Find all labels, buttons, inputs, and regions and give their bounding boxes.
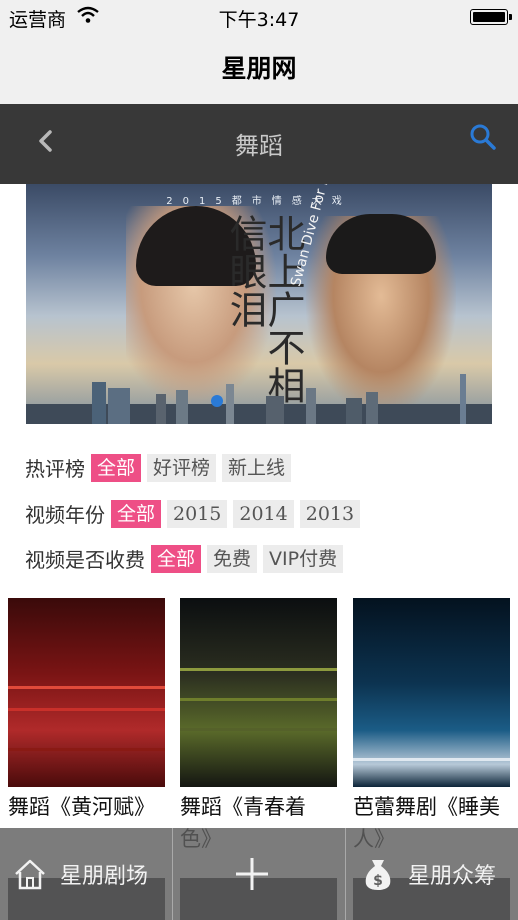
status-bar: 运营商 下午3:47 (0, 0, 518, 34)
filter-chip-year-2014[interactable]: 2014 (233, 499, 294, 528)
filter-row-year: 视频年份 全部 2015 2014 2013 (25, 499, 366, 528)
tab-divider (345, 828, 346, 920)
filter-chip-year-2013[interactable]: 2013 (299, 499, 361, 528)
banner-carousel[interactable]: 2015都市情感大戏 北上广不相信眼泪 Swan Dive For Love (26, 184, 492, 424)
banner-city-skyline (26, 374, 492, 424)
bottom-tab-bar: 星朋剧场 $ 星朋众筹 (0, 828, 518, 920)
filter-chip-fee-vip[interactable]: VIP付费 (263, 544, 344, 573)
video-card[interactable]: 舞蹈《黄河赋》 (8, 598, 165, 823)
filter-chip-year-all[interactable]: 全部 (111, 499, 162, 528)
filter-chip-ranking-new[interactable]: 新上线 (222, 453, 292, 482)
nav-title: 舞蹈 (235, 132, 283, 160)
video-thumbnail[interactable] (353, 598, 510, 787)
search-icon[interactable] (468, 122, 498, 152)
video-card[interactable]: 舞蹈《青春着色》 (180, 598, 337, 855)
video-thumbnail[interactable] (180, 598, 337, 787)
tab-crowdfunding[interactable]: $ 星朋众筹 (360, 828, 496, 920)
filter-chip-fee-all[interactable]: 全部 (151, 544, 202, 573)
video-card[interactable]: 芭蕾舞剧《睡美人》 (353, 598, 510, 855)
video-thumbnail[interactable] (8, 598, 165, 787)
tab-theater[interactable]: 星朋剧场 (12, 828, 148, 920)
banner-actor-hair (326, 214, 436, 274)
app-title: 星朋网 (0, 34, 518, 104)
filter-label-year: 视频年份 (25, 503, 105, 527)
nav-bar: 舞蹈 (0, 104, 518, 184)
filter-label-ranking: 热评榜 (25, 457, 85, 481)
carousel-page-indicator[interactable] (211, 395, 223, 407)
filter-chip-ranking-all[interactable]: 全部 (91, 453, 142, 482)
tab-add[interactable] (232, 828, 272, 920)
clock: 下午3:47 (218, 9, 300, 31)
filter-label-fee: 视频是否收费 (25, 548, 145, 572)
home-icon (15, 859, 45, 890)
filter-row-ranking: 热评榜 全部 好评榜 新上线 (25, 453, 297, 482)
filter-chip-fee-free[interactable]: 免费 (207, 544, 258, 573)
battery-icon (470, 9, 512, 25)
tab-divider (172, 828, 173, 920)
banner-tagline: 2015都市情感大戏 (166, 196, 352, 207)
money-bag-icon: $ (365, 860, 391, 890)
filter-row-fee: 视频是否收费 全部 免费 VIP付费 (25, 544, 349, 573)
tab-crowdfunding-label: 星朋众筹 (408, 864, 497, 889)
plus-icon (236, 858, 268, 890)
filter-chip-year-2015[interactable]: 2015 (167, 499, 228, 528)
svg-text:$: $ (373, 873, 383, 889)
tab-theater-label: 星朋剧场 (60, 864, 149, 889)
video-title[interactable]: 舞蹈《黄河赋》 (8, 791, 165, 823)
filter-chip-ranking-good[interactable]: 好评榜 (147, 453, 217, 482)
